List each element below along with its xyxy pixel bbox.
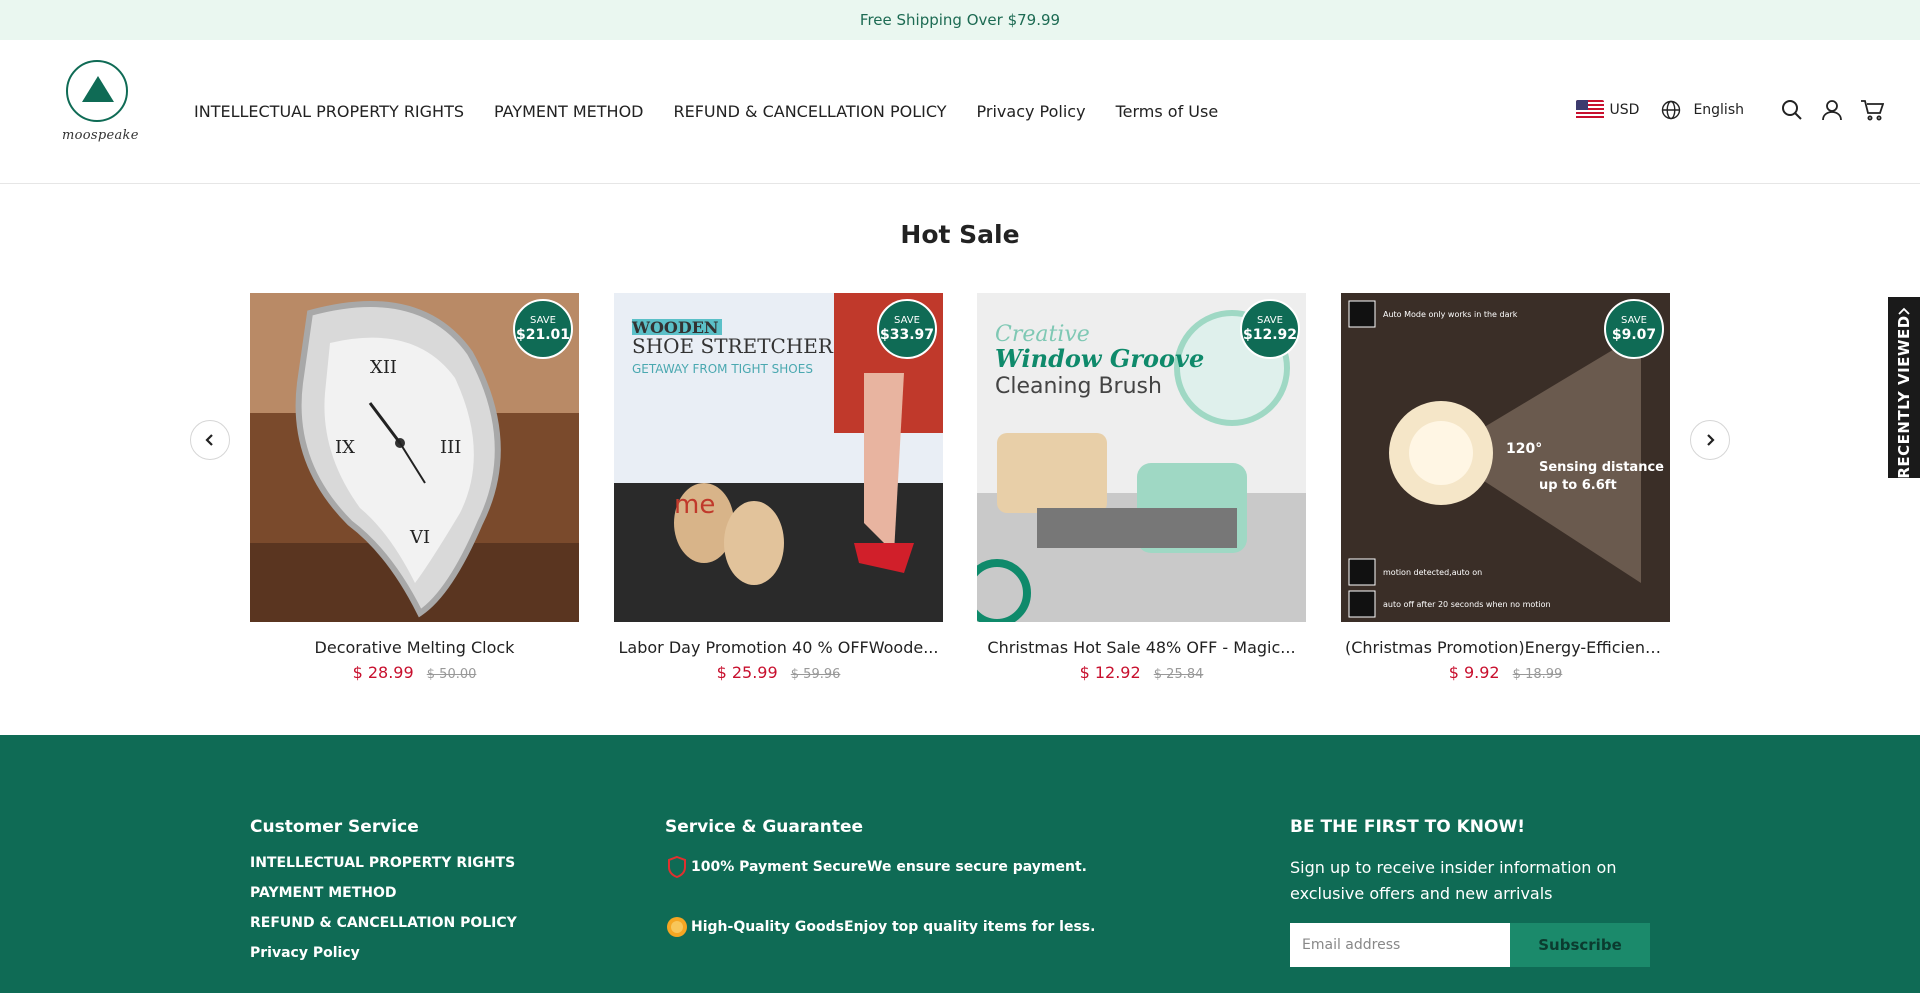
main-nav: INTELLECTUAL PROPERTY RIGHTS PAYMENT MET…	[194, 102, 1218, 121]
sale-price: $ 25.99	[716, 663, 778, 682]
product-name[interactable]: Decorative Melting Clock	[250, 638, 579, 657]
recently-viewed-tab[interactable]: RECENTLY VIEWED	[1888, 297, 1920, 479]
customer-service-column: Customer Service INTELLECTUAL PROPERTY R…	[250, 817, 517, 975]
image-text-6: auto off after 20 seconds when no motion	[1383, 600, 1551, 609]
nav-payment-method[interactable]: PAYMENT METHOD	[494, 102, 643, 121]
footer-link-refund[interactable]: REFUND & CANCELLATION POLICY	[250, 915, 517, 931]
currency-selector[interactable]: USD	[1575, 100, 1640, 120]
sale-price: $ 28.99	[352, 663, 414, 682]
sale-price: $ 9.92	[1448, 663, 1500, 682]
nav-ip-rights[interactable]: INTELLECTUAL PROPERTY RIGHTS	[194, 102, 464, 121]
newsletter-form: Subscribe	[1290, 923, 1650, 967]
compare-price: $ 18.99	[1512, 667, 1563, 682]
product-card[interactable]: XII III VI IX SAVE $21.01 Decorative Mel…	[250, 293, 579, 682]
image-text-2: Window Groove	[995, 344, 1204, 373]
subscribe-button[interactable]: Subscribe	[1510, 923, 1650, 967]
svg-text:III: III	[440, 437, 461, 458]
product-image[interactable]: Creative Window Groove Cleaning Brush SA…	[977, 293, 1306, 622]
site-header: moospeake INTELLECTUAL PROPERTY RIGHTS P…	[0, 40, 1920, 184]
product-prices: $ 28.99 $ 50.00	[250, 663, 579, 682]
save-badge: SAVE $33.97	[877, 299, 937, 359]
email-field[interactable]	[1290, 923, 1510, 967]
brand-logo[interactable]: moospeake	[62, 60, 139, 152]
chevron-left-icon	[205, 434, 213, 446]
product-prices: $ 12.92 $ 25.84	[977, 663, 1306, 682]
product-prices: $ 9.92 $ 18.99	[1341, 663, 1670, 682]
save-amount: $33.97	[879, 327, 935, 343]
recently-viewed-label: RECENTLY VIEWED	[1895, 315, 1913, 479]
announcement-bar: Free Shipping Over $79.99	[0, 0, 1920, 40]
svg-text:me: me	[674, 490, 715, 520]
brand-name: moospeake	[62, 128, 139, 143]
compare-price: $ 50.00	[426, 667, 477, 682]
guarantee-column: Service & Guarantee 100% Payment SecureW…	[665, 817, 1095, 975]
us-flag-icon	[1575, 100, 1604, 120]
image-text-1: Auto Mode only works in the dark	[1383, 310, 1518, 319]
account-icon[interactable]	[1820, 98, 1844, 122]
language-selector[interactable]: English	[1661, 100, 1744, 120]
image-text-3: Cleaning Brush	[995, 374, 1162, 399]
nav-refund-policy[interactable]: REFUND & CANCELLATION POLICY	[674, 102, 947, 121]
section-title: Hot Sale	[900, 220, 1020, 249]
image-text-2: SHOE STRETCHER	[632, 334, 834, 358]
image-text-3: GETAWAY FROM TIGHT SHOES	[632, 362, 813, 376]
footer-link-payment[interactable]: PAYMENT METHOD	[250, 885, 517, 901]
product-name[interactable]: Christmas Hot Sale 48% OFF - Magic...	[977, 638, 1306, 657]
currency-label: USD	[1609, 102, 1640, 118]
footer-link-ip-rights[interactable]: INTELLECTUAL PROPERTY RIGHTS	[250, 855, 517, 871]
guarantee-text: 100% Payment SecureWe ensure secure paym…	[691, 859, 1087, 875]
image-text-5: motion detected,auto on	[1383, 568, 1482, 577]
save-amount: $21.01	[515, 327, 571, 343]
carousel-prev-button[interactable]	[190, 420, 230, 460]
guarantee-item: High-Quality GoodsEnjoy top quality item…	[665, 915, 1095, 939]
quality-badge-icon	[665, 915, 689, 939]
nav-privacy-policy[interactable]: Privacy Policy	[977, 102, 1086, 121]
svg-text:XII: XII	[370, 357, 397, 378]
save-badge: SAVE $12.92	[1240, 299, 1300, 359]
image-text-4: up to 6.6ft	[1539, 478, 1617, 493]
image-text-2: 120°	[1506, 441, 1542, 457]
search-icon[interactable]	[1780, 98, 1804, 122]
save-badge: SAVE $21.01	[513, 299, 573, 359]
shield-icon	[665, 855, 689, 879]
product-image[interactable]: WOODEN SHOE STRETCHER GETAWAY FROM TIGHT…	[614, 293, 943, 622]
cart-icon[interactable]	[1860, 98, 1884, 122]
globe-icon	[1662, 100, 1681, 120]
footer-link-privacy[interactable]: Privacy Policy	[250, 945, 517, 961]
header-utilities: USD English	[1575, 98, 1884, 122]
svg-text:VI: VI	[409, 527, 430, 548]
sale-price: $ 12.92	[1079, 663, 1141, 682]
save-badge: SAVE $9.07	[1604, 299, 1664, 359]
carousel-next-button[interactable]	[1690, 420, 1730, 460]
chevron-right-icon	[1707, 434, 1715, 446]
site-footer: Customer Service INTELLECTUAL PROPERTY R…	[0, 735, 1920, 993]
product-name[interactable]: Labor Day Promotion 40 % OFFWoode...	[614, 638, 943, 657]
logo-mark-icon	[66, 60, 128, 122]
compare-price: $ 59.96	[790, 667, 841, 682]
product-card[interactable]: Creative Window Groove Cleaning Brush SA…	[977, 293, 1306, 682]
customer-service-title: Customer Service	[250, 817, 419, 837]
guarantee-title: Service & Guarantee	[665, 817, 864, 837]
guarantee-item: 100% Payment SecureWe ensure secure paym…	[665, 855, 1095, 879]
save-amount: $9.07	[1611, 327, 1657, 343]
newsletter-column: BE THE FIRST TO KNOW! Sign up to receive…	[1290, 817, 1650, 967]
product-name[interactable]: (Christmas Promotion)Energy-Efficient LE…	[1341, 638, 1670, 657]
product-image[interactable]: XII III VI IX SAVE $21.01	[250, 293, 579, 622]
image-text-3: Sensing distance	[1539, 460, 1664, 475]
save-amount: $12.92	[1242, 327, 1298, 343]
nav-terms-of-use[interactable]: Terms of Use	[1116, 102, 1219, 121]
product-image[interactable]: Auto Mode only works in the dark 120° Se…	[1341, 293, 1670, 622]
compare-price: $ 25.84	[1153, 667, 1204, 682]
language-label: English	[1693, 102, 1744, 118]
svg-text:IX: IX	[335, 437, 355, 458]
product-card[interactable]: Auto Mode only works in the dark 120° Se…	[1341, 293, 1670, 682]
guarantee-text: High-Quality GoodsEnjoy top quality item…	[691, 919, 1096, 935]
product-card[interactable]: WOODEN SHOE STRETCHER GETAWAY FROM TIGHT…	[614, 293, 943, 682]
newsletter-text: Sign up to receive insider information o…	[1290, 858, 1617, 903]
announcement-text: Free Shipping Over $79.99	[859, 11, 1061, 29]
product-prices: $ 25.99 $ 59.96	[614, 663, 943, 682]
newsletter-title: BE THE FIRST TO KNOW!	[1290, 817, 1525, 837]
